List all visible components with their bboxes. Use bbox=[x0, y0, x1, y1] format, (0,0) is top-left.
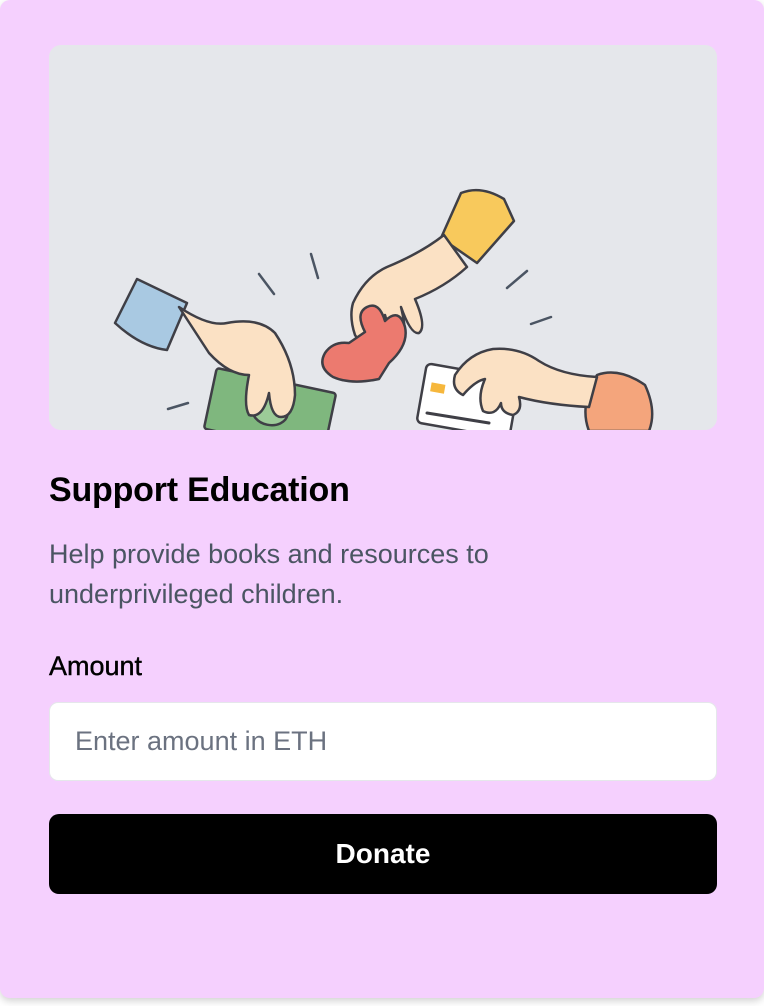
card-title: Support Education bbox=[49, 471, 350, 509]
hands-giving-icon bbox=[113, 188, 654, 430]
donation-card: Support Education Help provide books and… bbox=[0, 0, 764, 998]
amount-input[interactable] bbox=[49, 702, 717, 781]
amount-label: Amount bbox=[49, 651, 143, 681]
donate-button[interactable]: Donate bbox=[49, 814, 717, 894]
donation-illustration bbox=[49, 45, 717, 430]
card-description: Help provide books and resources to unde… bbox=[49, 539, 489, 609]
